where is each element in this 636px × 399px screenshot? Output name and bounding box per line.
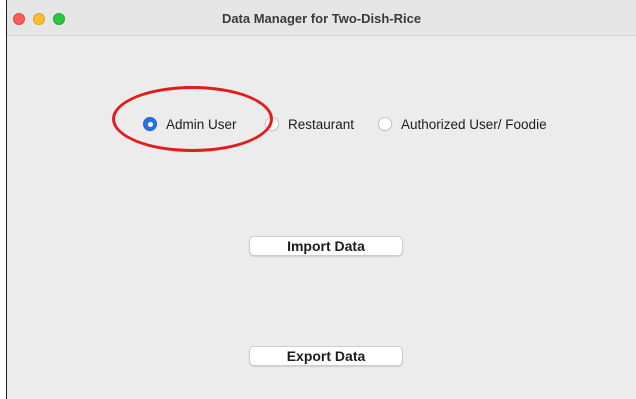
radio-button-icon[interactable] (378, 117, 392, 131)
title-bar: Data Manager for Two-Dish-Rice (7, 0, 636, 36)
export-data-button[interactable]: Export Data (249, 346, 403, 366)
window-title: Data Manager for Two-Dish-Rice (221, 11, 422, 26)
radio-restaurant[interactable]: Restaurant (265, 112, 354, 136)
radio-button-icon[interactable] (265, 117, 279, 131)
radio-button-selected-icon[interactable] (143, 117, 157, 131)
import-data-button[interactable]: Import Data (249, 236, 403, 256)
radio-authorized-user-foodie[interactable]: Authorized User/ Foodie (378, 112, 547, 136)
app-window: Data Manager for Two-Dish-Rice Admin Use… (6, 0, 636, 399)
user-type-radio-group: Admin User Restaurant Authorized User/ F… (7, 112, 636, 136)
radio-label-admin-user: Admin User (166, 116, 237, 132)
radio-label-authorized-user-foodie: Authorized User/ Foodie (401, 116, 547, 132)
radio-label-restaurant: Restaurant (288, 116, 355, 132)
radio-admin-user[interactable]: Admin User (143, 112, 237, 136)
